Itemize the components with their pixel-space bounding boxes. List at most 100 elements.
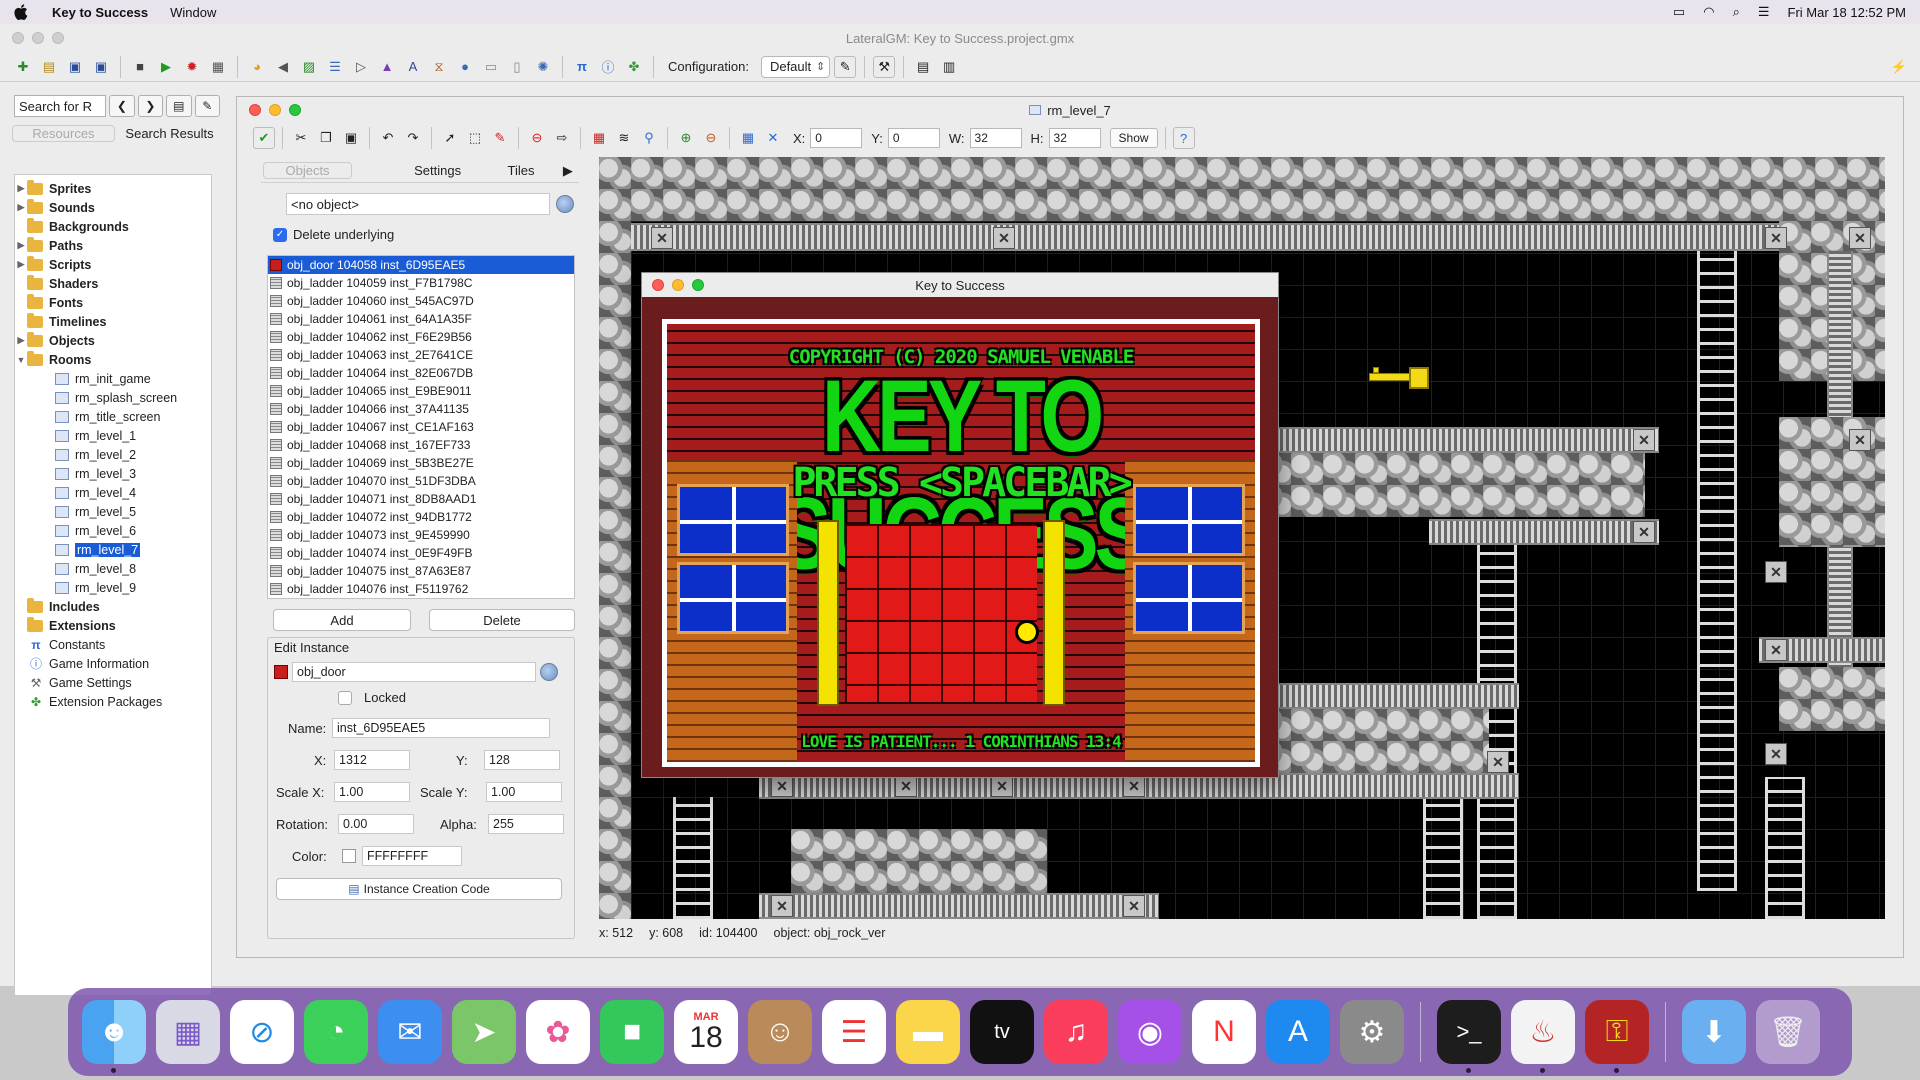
edit-config-icon[interactable]: ✎: [834, 55, 857, 78]
tree-folder-paths[interactable]: ▶ Paths: [15, 236, 211, 255]
tree-room-item[interactable]: rm_level_2: [15, 445, 211, 464]
tab-tiles[interactable]: Tiles: [493, 163, 549, 178]
resource-search-input[interactable]: Search for R: [14, 95, 107, 117]
zoom-in-icon[interactable]: ⊕: [675, 127, 697, 149]
menu-window[interactable]: Window: [170, 5, 216, 20]
dock-photos-icon[interactable]: ✿: [526, 1000, 590, 1064]
select-cursor-icon[interactable]: ➚: [439, 127, 461, 149]
list-item[interactable]: obj_ladder 104071 inst_8DB8AAD1: [268, 490, 574, 508]
window-list-icon[interactable]: ▤: [912, 56, 934, 78]
add-sound-icon[interactable]: ◀: [272, 56, 294, 78]
tree-folder-sounds[interactable]: ▶ Sounds: [15, 198, 211, 217]
color-swatch[interactable]: [342, 849, 356, 863]
list-item[interactable]: obj_ladder 104062 inst_F6E29B56: [268, 328, 574, 346]
game-window[interactable]: Key to Success COPYRIGHT (C) 2020 SAMUEL…: [641, 272, 1279, 778]
instance-object-field[interactable]: obj_door: [292, 662, 536, 682]
snap-icon[interactable]: ✕: [762, 127, 784, 149]
list-item[interactable]: obj_ladder 104069 inst_5B3BE27E: [268, 454, 574, 472]
add-path-icon[interactable]: ☰: [324, 56, 346, 78]
undo-icon[interactable]: ↶: [377, 127, 399, 149]
list-item[interactable]: obj_ladder 104060 inst_545AC97D: [268, 292, 574, 310]
debug-icon[interactable]: ✹: [181, 56, 203, 78]
pin-icon[interactable]: ⚲: [638, 127, 660, 149]
tree-room-item[interactable]: rm_level_4: [15, 483, 211, 502]
display-icon[interactable]: ▭: [1673, 4, 1685, 20]
grid-x-input[interactable]: 0: [810, 128, 863, 148]
dock-podcasts-icon[interactable]: ◉: [1118, 1000, 1182, 1064]
tree-room-item[interactable]: rm_level_3: [15, 464, 211, 483]
locked-checkbox[interactable]: [338, 690, 352, 705]
tree-folder-includes[interactable]: Includes: [15, 597, 211, 616]
tabs-overflow-icon[interactable]: ▶: [557, 163, 579, 179]
dock-safari-icon[interactable]: ⊘: [230, 1000, 294, 1064]
search-filter-icon[interactable]: ▤: [166, 95, 192, 117]
add-room-icon[interactable]: ▭: [480, 56, 502, 78]
tree-folder-sprites[interactable]: ▶ Sprites: [15, 179, 211, 198]
grid-w-input[interactable]: 32: [969, 128, 1022, 148]
add-shader-icon[interactable]: ▲: [376, 56, 398, 78]
color-field[interactable]: FFFFFFFF: [362, 846, 462, 866]
tree-room-item[interactable]: rm_init_game: [15, 369, 211, 388]
dock-java-lateralgm-icon[interactable]: ♨: [1511, 1000, 1575, 1073]
stop-icon[interactable]: ■: [129, 56, 151, 78]
tree-folder-timelines[interactable]: Timelines: [15, 312, 211, 331]
chevron-down-icon[interactable]: ▼: [15, 355, 27, 365]
shift-instances-icon[interactable]: ⇨: [551, 127, 573, 149]
list-item[interactable]: obj_ladder 104074 inst_0E9F49FB: [268, 544, 574, 562]
wifi-icon[interactable]: ◠: [1703, 4, 1714, 20]
delete-instance-button[interactable]: Delete: [429, 609, 575, 631]
tree-folder-fonts[interactable]: Fonts: [15, 293, 211, 312]
copy-icon[interactable]: ❐: [315, 127, 337, 149]
save-icon[interactable]: ▣: [64, 56, 86, 78]
scale-x-field[interactable]: 1.00: [334, 782, 410, 802]
zoom-button[interactable]: [289, 104, 301, 116]
cut-icon[interactable]: ✂: [290, 127, 312, 149]
menu-app-name[interactable]: Key to Success: [52, 5, 148, 20]
list-item[interactable]: obj_ladder 104068 inst_167EF733: [268, 436, 574, 454]
build-icon[interactable]: ▦: [207, 56, 229, 78]
list-item[interactable]: obj_ladder 104067 inst_CE1AF163: [268, 418, 574, 436]
tree-room-item[interactable]: rm_splash_screen: [15, 388, 211, 407]
tree-folder-backgrounds[interactable]: Backgrounds: [15, 217, 211, 236]
dock-news-icon[interactable]: N: [1192, 1000, 1256, 1064]
add-include-icon[interactable]: ▯: [506, 56, 528, 78]
dock-system-preferences-icon[interactable]: ⚙: [1340, 1000, 1404, 1064]
close-button[interactable]: [652, 279, 664, 291]
save-check-icon[interactable]: ✔: [253, 127, 275, 149]
add-instance-button[interactable]: Add: [273, 609, 411, 631]
list-item[interactable]: obj_ladder 104070 inst_51DF3DBA: [268, 472, 574, 490]
object-picker-icon[interactable]: [556, 195, 574, 213]
show-button[interactable]: Show: [1109, 128, 1158, 148]
dock-terminal-icon[interactable]: >_: [1437, 1000, 1501, 1073]
tree-game-settings[interactable]: ⚒ Game Settings: [15, 673, 211, 692]
tab-objects[interactable]: Objects: [263, 162, 353, 179]
zoom-out-icon[interactable]: ⊖: [700, 127, 722, 149]
grid-h-input[interactable]: 32: [1048, 128, 1101, 148]
zoom-button[interactable]: [52, 32, 64, 44]
close-button[interactable]: [249, 104, 261, 116]
search-icon[interactable]: ⌕: [1733, 4, 1740, 20]
tree-room-item[interactable]: rm_level_8: [15, 559, 211, 578]
dock-mail-icon[interactable]: ✉: [378, 1000, 442, 1064]
menubar-clock[interactable]: Fri Mar 18 12:52 PM: [1788, 5, 1907, 20]
dock-calendar-icon[interactable]: MAR 18: [674, 1000, 738, 1064]
minimize-button[interactable]: [672, 279, 684, 291]
list-item[interactable]: obj_ladder 104064 inst_82E067DB: [268, 364, 574, 382]
alpha-field[interactable]: 255: [488, 814, 564, 834]
chevron-right-icon[interactable]: ▶: [15, 183, 27, 194]
dock-facetime-icon[interactable]: ■: [600, 1000, 664, 1064]
x-field[interactable]: 1312: [334, 750, 410, 770]
apple-logo-icon[interactable]: [14, 4, 28, 20]
paste-icon[interactable]: ▣: [340, 127, 362, 149]
chevron-right-icon[interactable]: ▶: [15, 335, 27, 346]
tree-room-item[interactable]: rm_level_9: [15, 578, 211, 597]
tree-room-item[interactable]: rm_title_screen: [15, 407, 211, 426]
constants-icon[interactable]: π: [571, 56, 593, 78]
rotation-field[interactable]: 0.00: [338, 814, 414, 834]
manual-icon[interactable]: ▥: [938, 56, 960, 78]
chevron-right-icon[interactable]: ▶: [15, 240, 27, 251]
scale-y-field[interactable]: 1.00: [486, 782, 562, 802]
list-item[interactable]: obj_ladder 104065 inst_E9BE9011: [268, 382, 574, 400]
list-item[interactable]: obj_ladder 104059 inst_F7B1798C: [268, 274, 574, 292]
tab-search-results[interactable]: Search Results: [119, 126, 220, 141]
